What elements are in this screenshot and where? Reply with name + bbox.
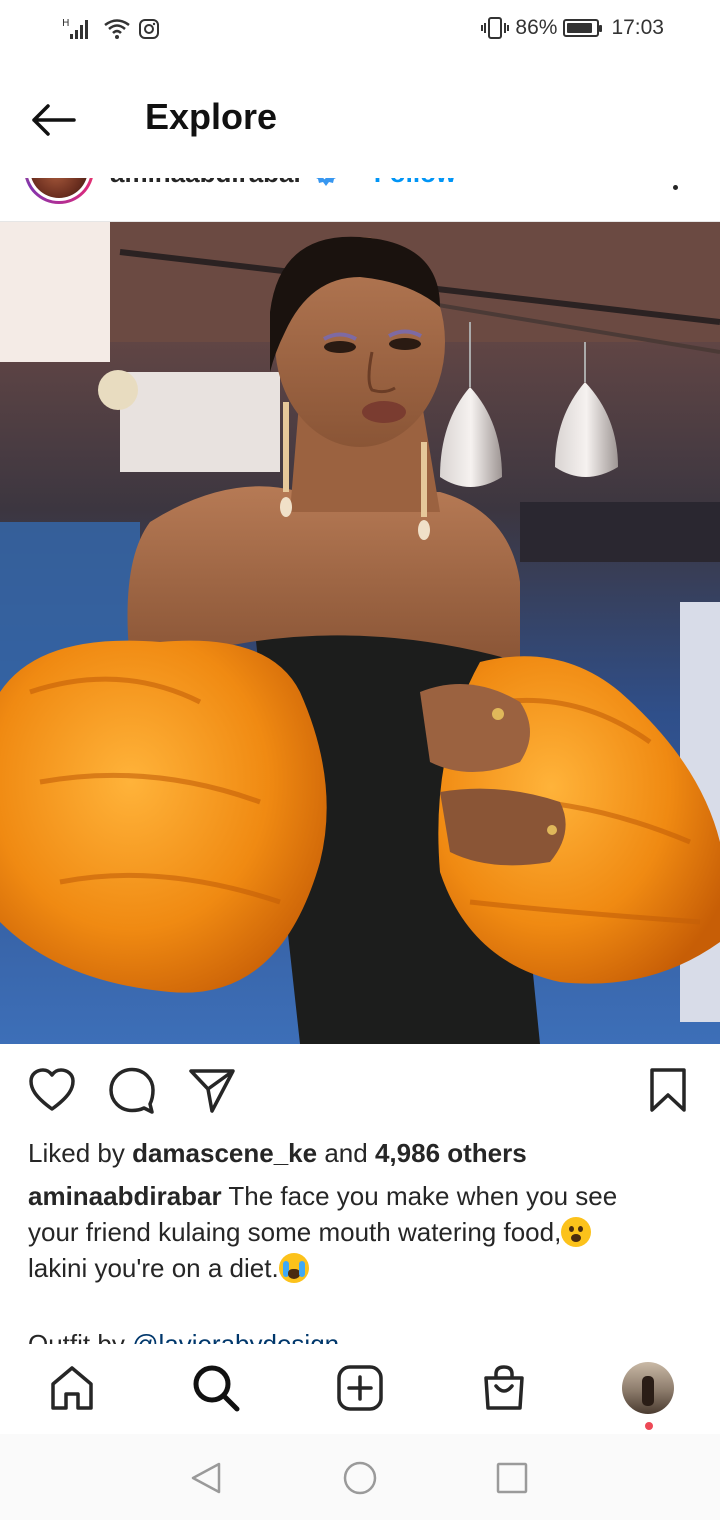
arrow-left-icon — [32, 104, 76, 136]
bookmark-icon — [650, 1068, 686, 1112]
system-navigation-bar — [0, 1434, 720, 1520]
nav-search-button[interactable] — [186, 1358, 246, 1418]
back-button[interactable] — [28, 98, 84, 142]
battery-percent: 86% — [515, 16, 558, 39]
wifi-icon — [104, 19, 130, 39]
status-right-icons: 86% 17:03 — [481, 16, 664, 40]
caption-text-2: lakini you're on a diet. — [28, 1253, 279, 1283]
save-button[interactable] — [642, 1064, 694, 1116]
share-icon — [189, 1069, 235, 1113]
caption-outfit-line: Outfit by @lavierabydesign — [28, 1326, 339, 1344]
instagram-notification-icon — [139, 19, 159, 39]
comment-icon — [109, 1067, 155, 1114]
post-header: aminaabdirabar · Follow — [0, 140, 720, 222]
circle-home-icon — [343, 1461, 377, 1495]
battery-icon — [563, 19, 603, 37]
outfit-mention-link[interactable]: @lavierabydesign — [132, 1329, 339, 1344]
network-type-label: H — [62, 18, 70, 29]
signal-icon: H — [62, 18, 88, 39]
new-post-icon — [337, 1365, 383, 1411]
profile-notification-dot — [645, 1422, 653, 1430]
post-photo-illustration — [0, 222, 720, 1044]
likes-joiner: and — [324, 1138, 368, 1168]
anguished-face-emoji — [561, 1217, 592, 1247]
system-home-button[interactable] — [340, 1458, 380, 1498]
clock: 17:03 — [611, 16, 664, 39]
status-bar: H 86% 17:03 — [0, 0, 720, 62]
outfit-prefix: Outfit by — [28, 1329, 125, 1344]
search-icon — [193, 1365, 240, 1412]
likes-prefix: Liked by — [28, 1138, 125, 1168]
shop-icon — [484, 1365, 524, 1410]
comment-button[interactable] — [106, 1064, 158, 1116]
post-caption: aminaabdirabar The face you make when yo… — [28, 1178, 668, 1286]
crying-face-emoji — [278, 1253, 309, 1283]
square-recents-icon — [496, 1462, 528, 1494]
triangle-back-icon — [191, 1462, 221, 1494]
bottom-navigation — [0, 1344, 720, 1434]
system-recents-button[interactable] — [492, 1458, 532, 1498]
post-image[interactable] — [0, 222, 720, 1044]
more-options-icon — [672, 185, 678, 190]
liker-username[interactable]: damascene_ke — [132, 1138, 317, 1168]
nav-new-post-button[interactable] — [330, 1358, 390, 1418]
likes-summary[interactable]: Liked by damascene_ke and 4,986 others — [28, 1138, 527, 1169]
nav-profile-avatar[interactable] — [622, 1362, 674, 1414]
share-button[interactable] — [186, 1064, 238, 1116]
nav-home-button[interactable] — [42, 1358, 102, 1418]
like-button[interactable] — [26, 1064, 78, 1116]
vibrate-icon — [481, 17, 510, 39]
heart-icon — [29, 1068, 75, 1111]
home-icon — [51, 1366, 93, 1410]
status-left-icons: H — [62, 16, 160, 42]
system-back-button[interactable] — [186, 1458, 226, 1498]
caption-username[interactable]: aminaabdirabar — [28, 1181, 222, 1211]
likes-others[interactable]: 4,986 others — [375, 1138, 527, 1168]
nav-shop-button[interactable] — [474, 1358, 534, 1418]
post-actions — [0, 1064, 720, 1120]
page-title: Explore — [145, 96, 278, 137]
